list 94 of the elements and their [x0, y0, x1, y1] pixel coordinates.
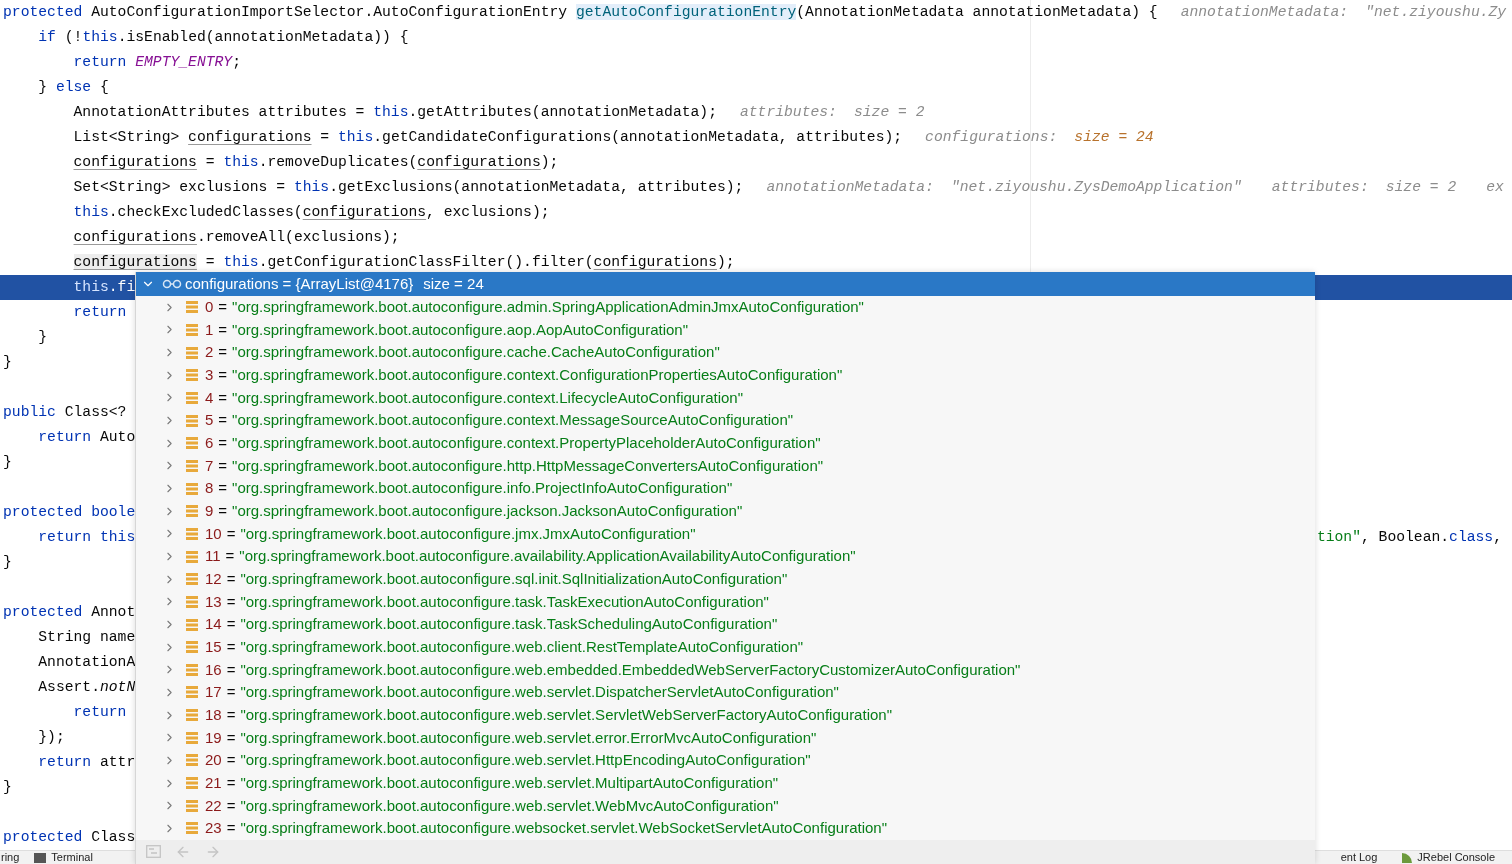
list-icon [186, 618, 198, 631]
list-icon [186, 709, 198, 722]
list-entry[interactable]: 13 = "org.springframework.boot.autoconfigure.task.TaskExecutionAutoConfiguration" [205, 590, 769, 614]
list-entry[interactable]: 11 = "org.springframework.boot.autoconfigure.availability.ApplicationAvailabilityAutoConfiguration" [205, 545, 856, 568]
list-icon [186, 641, 198, 654]
list-entry[interactable]: 20 = "org.springframework.boot.autoconfigure.web.servlet.HttpEncodingAutoConfiguration" [205, 749, 811, 772]
variable-title: configurations = {ArrayList@4176} [185, 273, 414, 294]
list-icon [186, 437, 198, 450]
list-entry[interactable]: 3 = "org.springframework.boot.autoconfigure.context.ConfigurationPropertiesAutoConfiguration" [205, 364, 843, 387]
list-icon [186, 777, 198, 790]
list-icon [186, 822, 198, 835]
list-icon [186, 324, 198, 336]
code-line: configurations = this.removeDuplicates(configurations); [72, 153, 559, 173]
code-line: Set<String> exclusions = this.getExclusions(annotationMetadata, attributes); [72, 178, 744, 198]
list-icon [186, 301, 198, 314]
code-line: configurations.removeAll(exclusions); [72, 228, 400, 248]
code-line: public Class<? [3, 403, 127, 423]
list-entry[interactable]: 7 = "org.springframework.boot.autoconfigure.http.HttpMessageConvertersAutoConfiguration" [205, 454, 824, 478]
list-icon [186, 505, 198, 518]
code-line: } [3, 778, 12, 798]
list-entry[interactable]: 23 = "org.springframework.boot.autoconfigure.websocket.servlet.WebSocketServletAutoConfiguration" [205, 817, 887, 840]
code-line: if (!this.isEnabled(annotationMetadata)) { [37, 28, 409, 48]
list-icon [186, 731, 198, 744]
list-icon [186, 799, 198, 812]
code-line: } [3, 553, 12, 573]
list-entry[interactable]: 18 = "org.springframework.boot.autoconfigure.web.servlet.ServletWebServerFactoryAutoConfiguration" [205, 703, 892, 727]
code-line: this.checkExcludedClasses(configurations, exclusions); [72, 203, 550, 223]
list-entry[interactable]: 8 = "org.springframework.boot.autoconfigure.info.ProjectInfoAutoConfiguration" [205, 477, 733, 500]
list-entry[interactable]: 12 = "org.springframework.boot.autoconfigure.sql.init.SqlInitializationAutoConfiguration" [205, 567, 788, 591]
list-icon [186, 369, 198, 382]
code-line: } [37, 328, 48, 348]
terminal-icon [34, 852, 47, 863]
tool-window-tab[interactable]: ent Log [1340, 851, 1378, 864]
code-line: AnnotationAttributes attributes = this.getAttributes(annotationMetadata); [72, 103, 717, 123]
code-line: configurations = this.getConfigurationClassFilter().filter(configurations); [72, 253, 735, 273]
inlay-hint: annotationMetadata: "net.ziyoushu.Zy [1180, 3, 1507, 23]
list-icon [186, 459, 198, 472]
list-icon [186, 573, 198, 586]
inlay-hint: attributes: size = 2 [739, 103, 925, 123]
list-entry[interactable]: 1 = "org.springframework.boot.autoconfigure.aop.AopAutoConfiguration" [205, 318, 689, 342]
code-line: tion", Boolean.class, [1316, 528, 1502, 548]
list-entry[interactable]: 21 = "org.springframework.boot.autoconfigure.web.servlet.MultipartAutoConfiguration" [205, 771, 779, 795]
glasses-icon [162, 279, 182, 289]
code-line: protected AutoConfigurationImportSelector.AutoConfigurationEntry getAutoConfigurationEntry(AnnotationMetadata annotationMetadata) { [3, 3, 1158, 23]
code-line: return [72, 303, 127, 323]
list-icon [186, 391, 198, 404]
list-icon [186, 595, 198, 608]
list-entry[interactable]: 9 = "org.springframework.boot.autoconfigure.jackson.JacksonAutoConfiguration" [205, 500, 743, 523]
code-line: } else { [37, 78, 109, 98]
code-line: protected Annot [3, 603, 136, 623]
code-line: return attr [37, 753, 136, 773]
code-line: return this [37, 528, 136, 548]
code-line: return [72, 703, 127, 723]
list-icon [186, 686, 198, 699]
list-entry[interactable]: 14 = "org.springframework.boot.autoconfigure.task.TaskSchedulingAutoConfiguration" [205, 613, 778, 636]
code-line: List<String> configurations = this.getCandidateConfigurations(annotationMetadata, attributes); [72, 128, 903, 148]
inlay-hint: annotationMetadata: "net.ziyoushu.ZysDemoApplication" [766, 178, 1242, 198]
list-icon [186, 754, 198, 767]
code-line: } [3, 353, 12, 373]
popup-header[interactable]: configurations = {ArrayList@4176} size = 24 [136, 272, 1315, 296]
code-line: protected boole [3, 503, 136, 523]
inlay-hint: configurations: size = 24 [925, 128, 1154, 148]
list-entry[interactable]: 16 = "org.springframework.boot.autoconfigure.web.embedded.EmbeddedWebServerFactoryCustomizerAutoConfiguration" [205, 658, 1021, 682]
list-entry[interactable]: 2 = "org.springframework.boot.autoconfigure.cache.CacheAutoConfiguration" [205, 341, 720, 364]
inlay-hint: ex [1486, 178, 1504, 198]
code-line: return Auto [37, 428, 136, 448]
code-line: this.fi [72, 278, 136, 298]
code-line: AnnotationA [37, 653, 136, 673]
list-icon [186, 346, 198, 359]
inlay-hint: attributes: size = 2 [1271, 178, 1457, 198]
tool-window-tab[interactable]: Terminal [34, 851, 93, 864]
list-entry[interactable]: 19 = "org.springframework.boot.autoconfigure.web.servlet.error.ErrorMvcAutoConfiguration" [205, 726, 817, 750]
list-entry[interactable]: 5 = "org.springframework.boot.autoconfigure.context.MessageSourceAutoConfiguration" [205, 409, 794, 432]
list-icon [186, 482, 198, 495]
code-line: Assert.notN [37, 678, 136, 698]
list-entry[interactable]: 17 = "org.springframework.boot.autoconfigure.web.servlet.DispatcherServletAutoConfiguration" [205, 681, 839, 704]
tool-window-tab[interactable]: JRebel Console [1402, 851, 1495, 864]
list-entry[interactable]: 6 = "org.springframework.boot.autoconfigure.context.PropertyPlaceholderAutoConfiguration" [205, 432, 821, 455]
list-entry[interactable]: 10 = "org.springframework.boot.autoconfigure.jmx.JmxAutoConfiguration" [205, 522, 696, 546]
code-line: protected Class [3, 828, 136, 848]
tool-window-tab[interactable]: ring [0, 851, 20, 864]
list-icon [186, 663, 198, 676]
list-icon [186, 550, 198, 563]
code-line: String name [37, 628, 136, 648]
list-entry[interactable]: 0 = "org.springframework.boot.autoconfigure.admin.SpringApplicationAdminJmxAutoConfiguration" [205, 296, 864, 319]
code-line: } [3, 453, 12, 473]
code-line: }); [37, 728, 65, 748]
list-icon [186, 414, 198, 427]
list-entry[interactable]: 15 = "org.springframework.boot.autoconfigure.web.client.RestTemplateAutoConfiguration" [205, 635, 804, 659]
list-icon [186, 527, 198, 540]
list-entry[interactable]: 4 = "org.springframework.boot.autoconfigure.context.LifecycleAutoConfiguration" [205, 386, 744, 410]
list-entry[interactable]: 22 = "org.springframework.boot.autoconfigure.web.servlet.WebMvcAutoConfiguration" [205, 794, 779, 817]
code-line: return EMPTY_ENTRY; [72, 53, 241, 73]
size-label: size = 24 [423, 273, 484, 294]
